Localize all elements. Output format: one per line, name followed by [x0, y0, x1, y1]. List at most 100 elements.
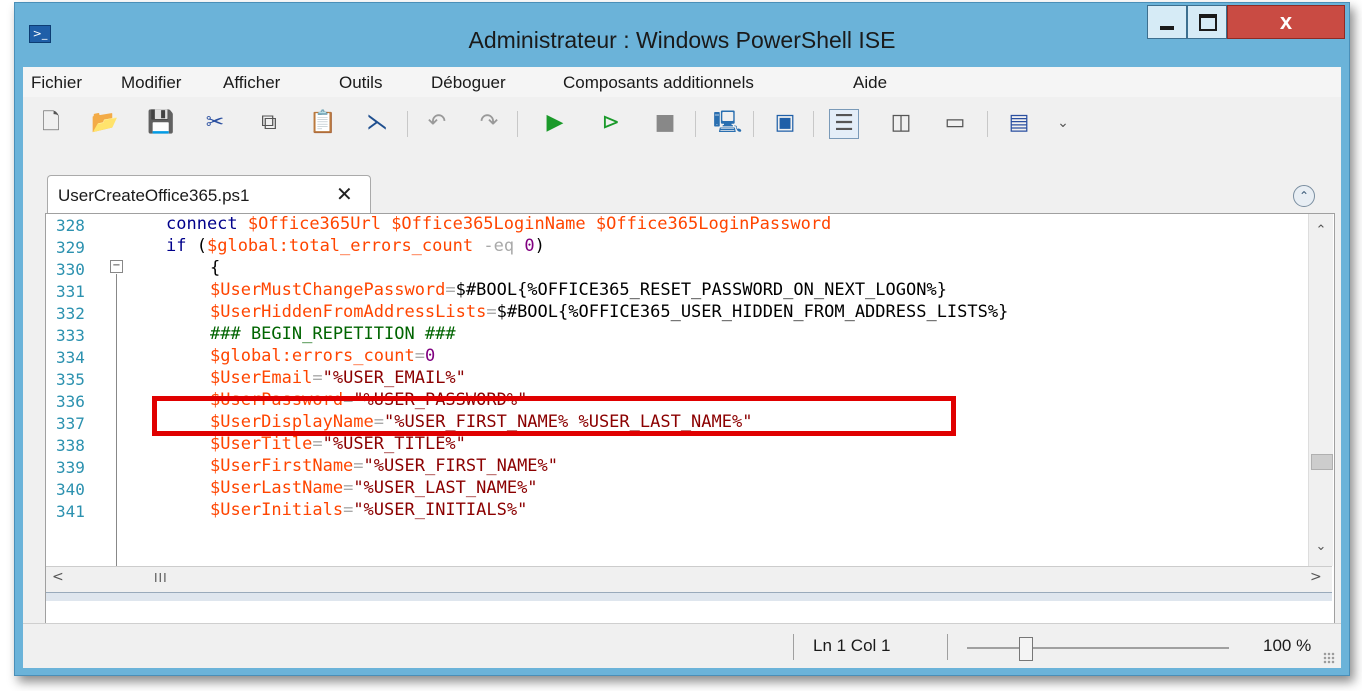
variable: $Office365Url $Office365LoginName $Offic…	[247, 214, 832, 234]
status-separator	[947, 634, 948, 660]
scroll-up-icon[interactable]: ⌃	[1309, 220, 1333, 242]
save-icon[interactable]: 💾	[147, 109, 175, 137]
commands-icon[interactable]: ▤	[1005, 109, 1033, 137]
tab-usercreateoffice365[interactable]: UserCreateOffice365.ps1 ✕	[47, 175, 371, 214]
line-number: 338	[56, 436, 85, 455]
number: 0	[424, 346, 436, 366]
code-line: $UserFirstName="%USER_FIRST_NAME%"	[210, 456, 558, 476]
variable: $global:errors_count	[210, 346, 415, 366]
zoom-slider-thumb[interactable]	[1019, 637, 1033, 661]
variable: $UserEmail	[210, 368, 313, 388]
string: "%USER_INITIALS%"	[353, 500, 528, 520]
new-icon[interactable]: 🗋	[37, 109, 65, 137]
line-number: 335	[56, 370, 85, 389]
minimize-button[interactable]	[1147, 5, 1187, 39]
status-bar: Ln 1 Col 1 100 %	[23, 623, 1341, 668]
zoom-slider-track[interactable]	[967, 647, 1229, 649]
operator: =	[312, 434, 323, 454]
close-button[interactable]: x	[1227, 5, 1345, 39]
run-icon[interactable]: ▶	[541, 109, 569, 137]
pane-splitter[interactable]	[46, 592, 1332, 601]
toolbar-separator	[407, 111, 408, 137]
paren: )	[534, 236, 545, 256]
variable: $UserMustChangePassword	[210, 280, 446, 300]
string: "%USER_EMAIL%"	[322, 368, 466, 388]
resize-grip-icon[interactable]	[1323, 652, 1335, 664]
menu-afficher[interactable]: Afficher	[223, 73, 280, 93]
powershell-icon[interactable]: ▣	[771, 109, 799, 137]
operator: =	[486, 302, 497, 322]
value: $#BOOL{%OFFICE365_USER_HIDDEN_FROM_ADDRE…	[496, 302, 1009, 322]
collapse-script-pane-icon[interactable]: ⌃	[1293, 185, 1315, 207]
menu-modifier[interactable]: Modifier	[121, 73, 181, 93]
redo-icon[interactable]: ↷	[475, 109, 503, 137]
variable: $UserHiddenFromAddressLists	[210, 302, 487, 322]
toolbar-separator	[987, 111, 988, 137]
menu-composants-additionnels[interactable]: Composants additionnels	[563, 73, 754, 93]
horizontal-scrollbar[interactable]: < III >	[46, 566, 1332, 593]
open-icon[interactable]: 📂	[91, 109, 119, 137]
operator: =	[353, 456, 364, 476]
toolbar-separator	[517, 111, 518, 137]
horizontal-scroll-grip[interactable]: III	[154, 571, 168, 585]
layout-top-icon[interactable]: ☰	[829, 109, 859, 139]
operator: =	[343, 500, 354, 520]
code-line: $UserHiddenFromAddressLists=$#BOOL{%OFFI…	[210, 302, 1008, 322]
cut-icon[interactable]: ✂	[201, 109, 229, 137]
layout-right-icon[interactable]: ◫	[887, 109, 915, 137]
variable: $UserLastName	[210, 478, 344, 498]
overflow-icon[interactable]: ⌄	[1049, 109, 1077, 137]
vertical-scroll-thumb[interactable]	[1311, 454, 1333, 470]
scroll-left-icon[interactable]: <	[52, 569, 64, 585]
toolbar-separator	[753, 111, 754, 137]
line-number: 331	[56, 282, 85, 301]
paren: (	[196, 236, 207, 256]
tab-label: UserCreateOffice365.ps1	[58, 186, 250, 205]
fold-guide-line	[116, 274, 117, 574]
code-line: connect $Office365Url $Office365LoginNam…	[166, 214, 831, 234]
paste-icon[interactable]: 📋	[309, 109, 337, 137]
variable: $UserFirstName	[210, 456, 354, 476]
menu-aide[interactable]: Aide	[853, 73, 887, 93]
line-number: 329	[56, 238, 85, 257]
operator: =	[343, 478, 354, 498]
operator: -eq	[483, 236, 515, 256]
scroll-right-icon[interactable]: >	[1310, 569, 1322, 585]
layout-max-icon[interactable]: ▭	[941, 109, 969, 137]
line-number: 340	[56, 480, 85, 499]
cursor-position: Ln 1 Col 1	[813, 636, 891, 655]
close-icon[interactable]: ✕	[336, 182, 353, 206]
string: "%USER_TITLE%"	[322, 434, 466, 454]
menu-fichier[interactable]: Fichier	[31, 73, 82, 93]
copy-icon[interactable]: ⧉	[255, 109, 283, 137]
menu-deboguer[interactable]: Déboguer	[431, 73, 506, 93]
stop-icon[interactable]: ■	[651, 109, 679, 137]
run-selection-icon[interactable]: ⊳	[597, 109, 625, 137]
variable: $global:total_errors_count	[206, 236, 474, 256]
fold-toggle-icon[interactable]: −	[110, 260, 123, 273]
line-number: 341	[56, 502, 85, 521]
status-separator	[793, 634, 794, 660]
line-number: 328	[56, 216, 85, 235]
powershell-ise-window: >_ Administrateur : Windows PowerShell I…	[14, 2, 1350, 676]
undo-icon[interactable]: ↶	[423, 109, 451, 137]
string: "%USER_FIRST_NAME%"	[363, 456, 559, 476]
toolbar-separator	[813, 111, 814, 137]
highlight-box	[152, 396, 956, 436]
zoom-level: 100 %	[1263, 636, 1312, 655]
code-line: $UserTitle="%USER_TITLE%"	[210, 434, 466, 454]
line-number: 337	[56, 414, 85, 433]
scroll-down-icon[interactable]: ⌄	[1309, 536, 1333, 558]
menu-outils[interactable]: Outils	[339, 73, 382, 93]
vertical-scrollbar[interactable]: ⌃ ⌄	[1308, 214, 1333, 566]
variable: $UserInitials	[210, 500, 344, 520]
operator: =	[312, 368, 323, 388]
remote-powershell-icon[interactable]: 🖳	[713, 109, 742, 137]
code-line: $global:errors_count=0	[210, 346, 435, 366]
clear-console-icon[interactable]: ⋋	[363, 109, 391, 137]
title-bar[interactable]: >_ Administrateur : Windows PowerShell I…	[15, 3, 1349, 61]
line-number: 333	[56, 326, 85, 345]
maximize-button[interactable]	[1187, 5, 1227, 39]
variable: $UserTitle	[210, 434, 313, 454]
code-line: if ($global:total_errors_count -eq 0)	[166, 236, 545, 256]
